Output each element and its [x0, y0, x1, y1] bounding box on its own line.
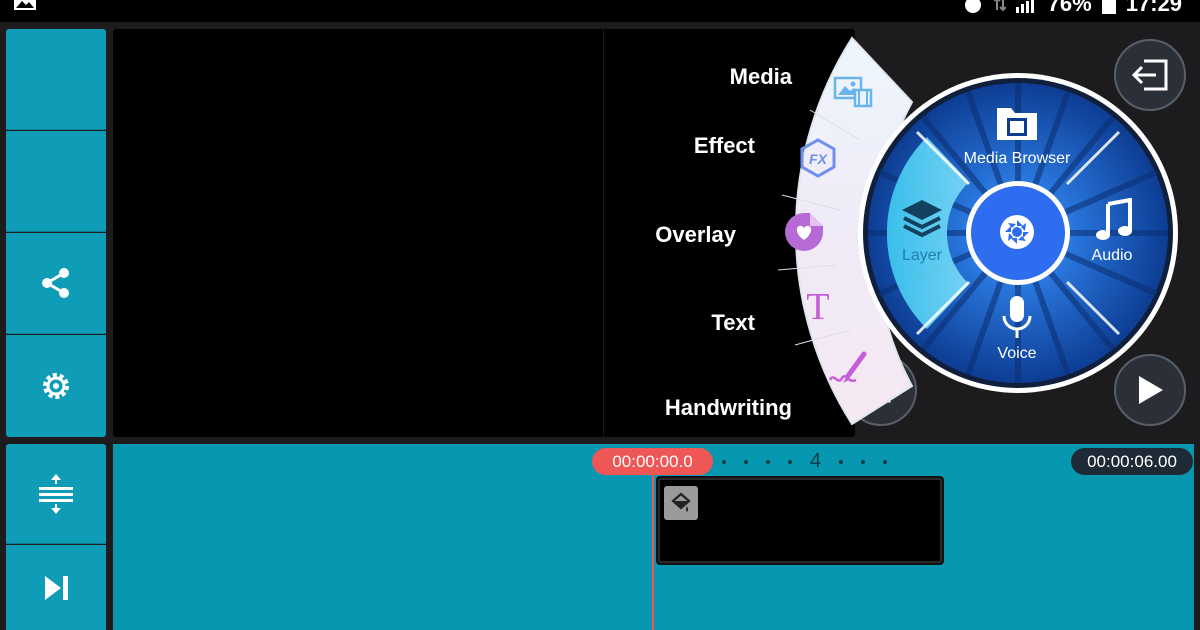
ruler-dot [788, 459, 792, 464]
ruler-dot [744, 459, 748, 464]
sidebar-blank-button-1[interactable] [6, 29, 106, 130]
sticker-icon[interactable] [782, 210, 826, 254]
signal-icon [1015, 0, 1034, 13]
ruler-dot [883, 459, 888, 464]
ruler-dot [722, 459, 726, 464]
layer-icon[interactable] [898, 196, 946, 242]
media-browser-icon[interactable] [995, 104, 1039, 142]
arc-menu-media[interactable]: Media [700, 64, 792, 90]
ruler-dot [839, 459, 844, 464]
battery-icon [1101, 0, 1116, 14]
svg-text:FX: FX [809, 151, 829, 167]
timeline-ruler: 4 [722, 450, 888, 473]
ruler-mark: 4 [810, 450, 822, 472]
alarm-icon [964, 0, 981, 13]
music-note-icon[interactable] [1094, 198, 1134, 242]
ruler-dot [861, 459, 866, 464]
text-icon[interactable]: T [796, 283, 840, 327]
wheel-audio[interactable]: Audio [1075, 247, 1149, 265]
camera-shutter-icon[interactable] [997, 212, 1037, 252]
arc-menu-handwriting[interactable]: Handwriting [640, 395, 792, 421]
ruler-dot [766, 459, 770, 464]
playhead-line[interactable] [652, 474, 654, 630]
arc-menu-overlay[interactable]: Overlay [630, 222, 736, 248]
data-transfer-icon [993, 0, 1006, 12]
paint-bucket-icon [664, 486, 698, 520]
playhead-time[interactable]: 00:00:00.0 [592, 448, 713, 475]
wheel-voice[interactable]: Voice [980, 345, 1054, 363]
skip-to-end-button[interactable] [6, 545, 106, 630]
track-height-button[interactable] [6, 444, 106, 544]
clock-time: 17:29 [1125, 0, 1182, 16]
status-bar: 76% 17:29 [0, 0, 1200, 22]
timeline-clip[interactable] [656, 476, 944, 565]
battery-percent: 76% [1047, 0, 1092, 16]
track-height-icon [39, 473, 73, 514]
settings-button[interactable] [6, 335, 106, 437]
share-button[interactable] [6, 233, 106, 334]
svg-text:T: T [806, 286, 829, 325]
preview-seam [603, 29, 604, 437]
status-right: 76% 17:29 [962, 0, 1182, 17]
fx-icon[interactable]: FX [796, 136, 840, 180]
microphone-icon[interactable] [1000, 294, 1034, 342]
sidebar-blank-button-2[interactable] [6, 131, 106, 232]
skip-to-end-icon [45, 575, 68, 600]
wheel-media-browser[interactable]: Media Browser [952, 150, 1082, 168]
share-icon [42, 268, 69, 298]
arc-menu-text[interactable]: Text [680, 310, 755, 336]
arc-menu-effect[interactable]: Effect [660, 133, 755, 159]
gallery-notification-icon [14, 0, 36, 10]
gear-icon [43, 373, 69, 399]
wheel-layer[interactable]: Layer [882, 247, 962, 265]
end-time: 00:00:06.00 [1071, 448, 1193, 475]
